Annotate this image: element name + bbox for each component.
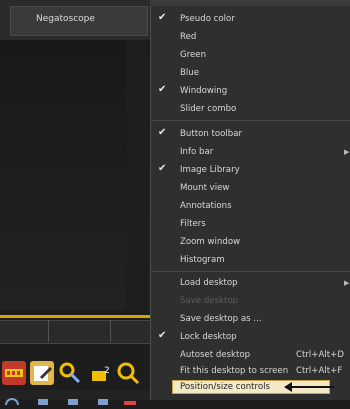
check-icon: ✔ (158, 330, 167, 341)
panel-divider[interactable] (126, 40, 148, 310)
pointer-arrow-icon (290, 386, 334, 388)
status-strip (0, 320, 150, 344)
check-icon: ✔ (158, 163, 167, 174)
zoom-icon[interactable] (116, 361, 140, 385)
check-icon: ✔ (158, 84, 167, 95)
svg-text:2: 2 (104, 366, 110, 376)
menu-item-blue[interactable]: Blue (180, 68, 199, 78)
menu-item-histogram[interactable]: Histogram (180, 255, 225, 265)
menu-item-lock-desktop[interactable]: Lock desktop (180, 332, 237, 342)
menu-item-slider-combo[interactable]: Slider combo (180, 104, 236, 114)
menu-item-zoom-window[interactable]: Zoom window (180, 237, 240, 247)
check-icon: ✔ (158, 127, 167, 138)
menu-item-filters[interactable]: Filters (180, 219, 206, 229)
shortcut-autoset-desktop: Ctrl+Alt+D (296, 350, 344, 360)
menu-item-button-toolbar[interactable]: Button toolbar (180, 129, 242, 139)
menu-item-red[interactable]: Red (180, 32, 196, 42)
menu-item-autoset-desktop[interactable]: Autoset desktop (180, 350, 250, 360)
menu-separator (150, 120, 350, 121)
film-icon[interactable] (2, 361, 26, 385)
menu-item-fit-desktop-to-screen[interactable]: Fit this desktop to screen (180, 366, 288, 376)
menu-item-position-size-controls-label: Position/size controls (180, 382, 271, 392)
strip-separator (110, 320, 111, 342)
menu-item-pseudo-color[interactable]: Pseudo color (180, 14, 235, 24)
menu-item-save-desktop: Save desktop (180, 296, 239, 306)
edit-icon[interactable] (30, 361, 54, 385)
menu-item-image-library[interactable]: Image Library (180, 165, 240, 175)
stack-icon[interactable]: 2 (90, 361, 114, 385)
menu-item-windowing[interactable]: Windowing (180, 86, 227, 96)
strip-separator (48, 320, 49, 342)
menu-item-save-desktop-as[interactable]: Save desktop as ... (180, 314, 262, 324)
active-indicator (0, 315, 150, 318)
menu-item-mount-view[interactable]: Mount view (180, 183, 229, 193)
shortcut-fit-desktop-to-screen: Ctrl+Alt+F (296, 366, 343, 376)
toolbar-row-2 (0, 390, 150, 409)
submenu-arrow-icon: ▶ (344, 148, 350, 156)
menu-item-info-bar[interactable]: Info bar (180, 147, 213, 157)
menu-item-green[interactable]: Green (180, 50, 206, 60)
menu-item-load-desktop[interactable]: Load desktop (180, 278, 238, 288)
menu-top-cut-item (150, 0, 350, 6)
menu-separator (150, 271, 350, 272)
negatoscope-label: Negatoscope (36, 14, 95, 24)
search-icon[interactable] (58, 361, 82, 385)
check-icon: ✔ (158, 12, 167, 23)
menu-item-annotations[interactable]: Annotations (180, 201, 232, 211)
arrowhead-icon (284, 382, 292, 392)
submenu-arrow-icon: ▶ (344, 279, 350, 287)
